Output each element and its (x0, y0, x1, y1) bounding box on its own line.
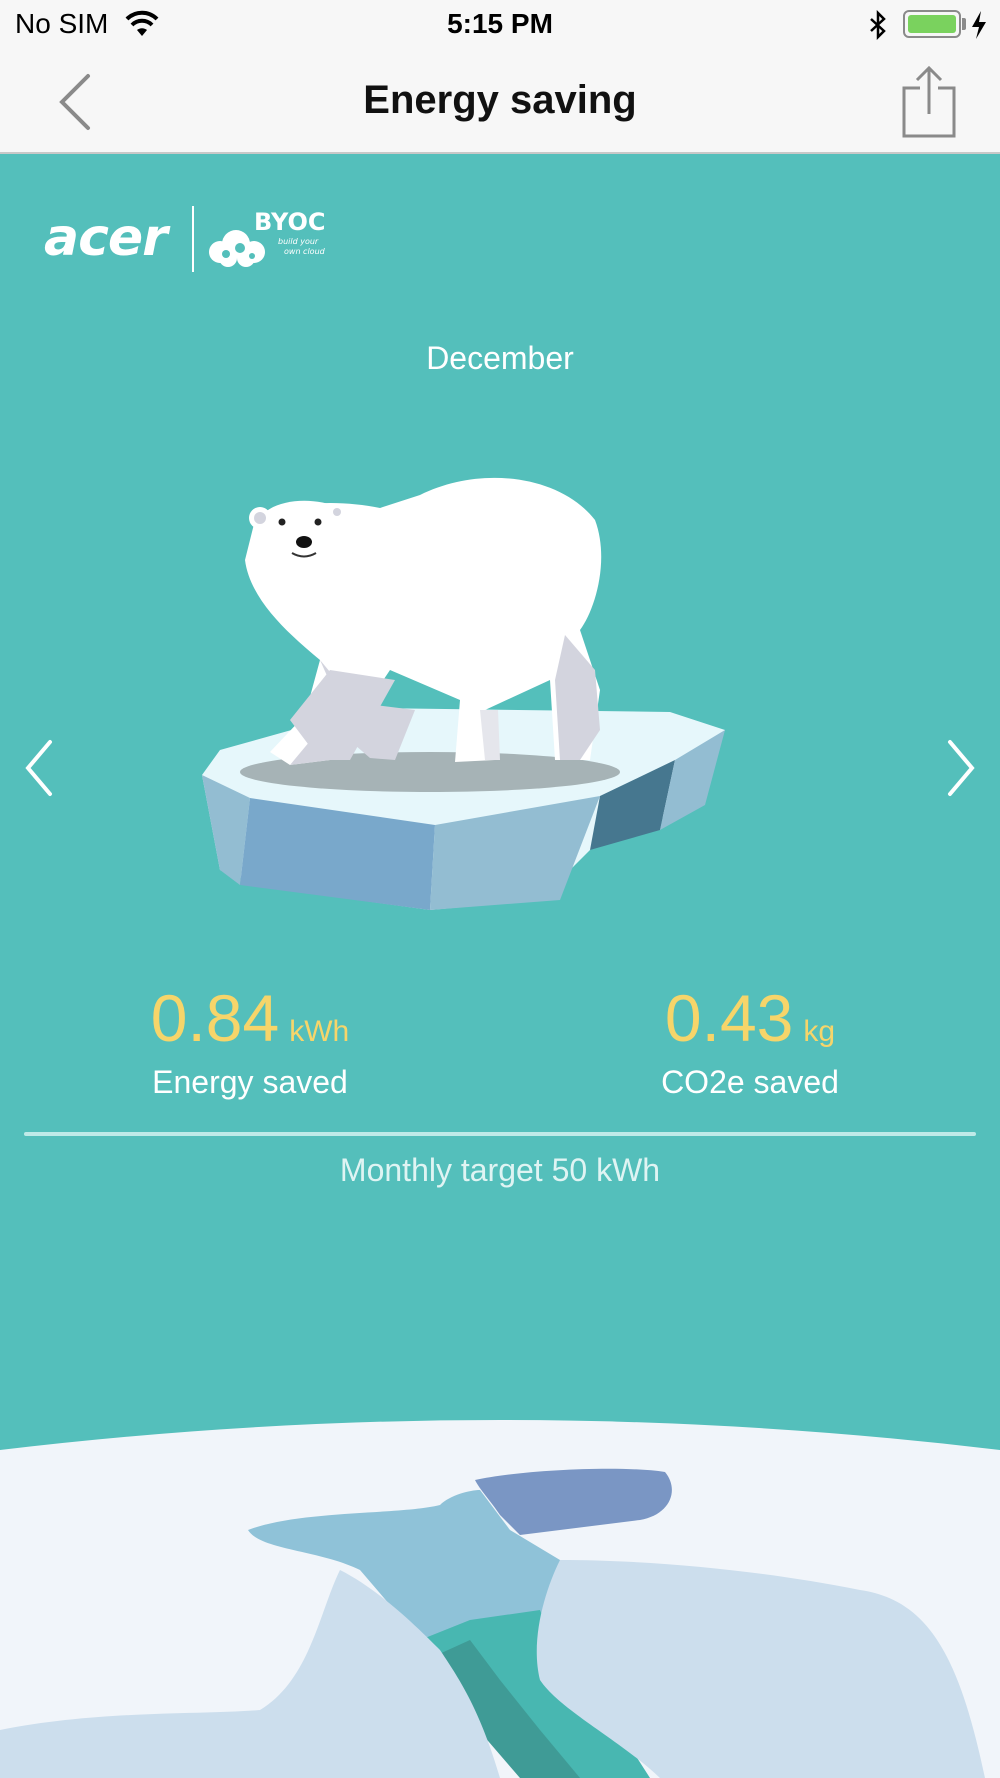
acer-logo: acer (44, 208, 168, 268)
co2-label: CO2e saved (661, 1064, 839, 1100)
navigation-bar: Energy saving (0, 50, 1000, 154)
battery-tip (962, 18, 966, 30)
page-title: Energy saving (363, 78, 637, 122)
battery-fill (908, 15, 956, 33)
next-month-button[interactable] (944, 738, 978, 798)
target-divider (24, 1132, 976, 1136)
co2-value: 0.43 (664, 981, 794, 1055)
previous-month-button[interactable] (22, 738, 56, 798)
energy-value-row: 0.84 kWh (0, 980, 500, 1056)
glacier-landscape (0, 1420, 1000, 1778)
status-bar: No SIM 5:15 PM (0, 0, 1000, 50)
energy-value: 0.84 (150, 981, 280, 1055)
byoc-text: BYOC (254, 208, 326, 236)
energy-saved-stat: 0.84 kWh Energy saved (0, 980, 500, 1101)
co2-saved-stat: 0.43 kg CO2e saved (500, 980, 1000, 1101)
brand-logo: acer BYOC build your own cloud (44, 200, 334, 280)
charging-icon (972, 11, 986, 39)
co2-unit: kg (803, 1015, 836, 1048)
byoc-tagline: build your (278, 237, 319, 246)
month-label: December (426, 340, 574, 376)
savings-stats: 0.84 kWh Energy saved 0.43 kg CO2e saved (0, 980, 1000, 1120)
polar-bear-illustration (202, 477, 725, 910)
bluetooth-icon (870, 10, 886, 40)
byoc-logo: BYOC build your own cloud (209, 208, 326, 267)
energy-label: Energy saved (152, 1064, 348, 1100)
battery-icon (903, 10, 961, 38)
energy-unit: kWh (289, 1015, 350, 1048)
logo-divider (192, 206, 194, 272)
share-button[interactable] (900, 66, 958, 140)
clock: 5:15 PM (447, 8, 553, 39)
co2-value-row: 0.43 kg (500, 980, 1000, 1056)
monthly-target: Monthly target 50 kWh (339, 1152, 661, 1188)
byoc-tagline-2: own cloud (284, 247, 326, 256)
